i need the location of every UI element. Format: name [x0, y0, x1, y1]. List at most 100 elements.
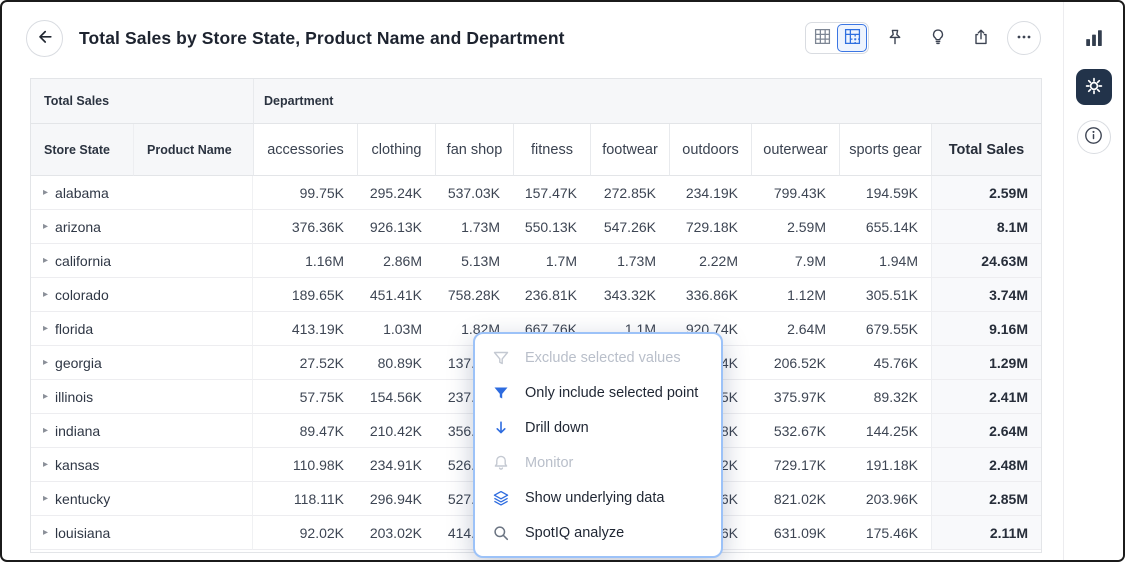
value-cell[interactable]: 175.46K — [839, 516, 931, 550]
column-header-store-state[interactable]: Store State — [31, 124, 133, 176]
row-label[interactable]: ▸arizona — [31, 210, 133, 244]
value-cell[interactable]: 189.65K — [253, 278, 357, 312]
row-label[interactable]: ▸california — [31, 244, 133, 278]
total-cell[interactable]: 24.63M — [931, 244, 1041, 278]
row-label[interactable]: ▸kentucky — [31, 482, 133, 516]
menu-item-only-include-selected-point[interactable]: Only include selected point — [475, 375, 721, 410]
total-cell[interactable]: 2.11M — [931, 516, 1041, 550]
value-cell[interactable]: 7.9M — [751, 244, 839, 278]
info-button[interactable] — [1077, 120, 1111, 154]
expand-caret-icon[interactable]: ▸ — [43, 392, 48, 402]
total-cell[interactable]: 2.85M — [931, 482, 1041, 516]
row-label[interactable]: ▸indiana — [31, 414, 133, 448]
expand-caret-icon[interactable]: ▸ — [43, 460, 48, 470]
value-cell[interactable]: 194.59K — [839, 176, 931, 210]
back-button[interactable] — [26, 20, 63, 57]
value-cell[interactable]: 57.75K — [253, 380, 357, 414]
value-cell[interactable]: 206.52K — [751, 346, 839, 380]
value-cell[interactable]: 234.91K — [357, 448, 435, 482]
value-cell[interactable]: 89.47K — [253, 414, 357, 448]
value-cell[interactable]: 758.28K — [435, 278, 513, 312]
row-label[interactable]: ▸colorado — [31, 278, 133, 312]
expand-caret-icon[interactable]: ▸ — [43, 494, 48, 504]
value-cell[interactable]: 118.11K — [253, 482, 357, 516]
column-header[interactable]: footwear — [590, 124, 669, 176]
value-cell[interactable]: 203.02K — [357, 516, 435, 550]
value-cell[interactable]: 144.25K — [839, 414, 931, 448]
value-cell[interactable]: 537.03K — [435, 176, 513, 210]
column-header[interactable]: outdoors — [669, 124, 751, 176]
expand-caret-icon[interactable]: ▸ — [43, 290, 48, 300]
row-label[interactable]: ▸georgia — [31, 346, 133, 380]
value-cell[interactable]: 729.17K — [751, 448, 839, 482]
value-cell[interactable]: 1.16M — [253, 244, 357, 278]
row-label[interactable]: ▸florida — [31, 312, 133, 346]
share-button[interactable] — [964, 21, 998, 55]
expand-caret-icon[interactable]: ▸ — [43, 426, 48, 436]
chart-type-button[interactable] — [1077, 24, 1111, 54]
column-header[interactable]: Total Sales — [931, 124, 1041, 176]
column-header[interactable]: accessories — [253, 124, 357, 176]
column-header[interactable]: fan shop — [435, 124, 513, 176]
more-options-button[interactable] — [1007, 21, 1041, 55]
value-cell[interactable]: 375.97K — [751, 380, 839, 414]
total-cell[interactable]: 2.64M — [931, 414, 1041, 448]
menu-item-show-underlying-data[interactable]: Show underlying data — [475, 480, 721, 515]
value-cell[interactable]: 336.86K — [669, 278, 751, 312]
value-cell[interactable]: 234.19K — [669, 176, 751, 210]
value-cell[interactable]: 5.13M — [435, 244, 513, 278]
value-cell[interactable]: 305.51K — [839, 278, 931, 312]
value-cell[interactable]: 110.98K — [253, 448, 357, 482]
value-cell[interactable]: 655.14K — [839, 210, 931, 244]
value-cell[interactable]: 296.94K — [357, 482, 435, 516]
value-cell[interactable]: 92.02K — [253, 516, 357, 550]
value-cell[interactable]: 27.52K — [253, 346, 357, 380]
value-cell[interactable]: 821.02K — [751, 482, 839, 516]
value-cell[interactable]: 532.67K — [751, 414, 839, 448]
total-cell[interactable]: 2.48M — [931, 448, 1041, 482]
total-cell[interactable]: 9.16M — [931, 312, 1041, 346]
value-cell[interactable]: 191.18K — [839, 448, 931, 482]
value-cell[interactable]: 926.13K — [357, 210, 435, 244]
value-cell[interactable]: 631.09K — [751, 516, 839, 550]
value-cell[interactable]: 2.86M — [357, 244, 435, 278]
value-cell[interactable]: 210.42K — [357, 414, 435, 448]
expand-caret-icon[interactable]: ▸ — [43, 256, 48, 266]
value-cell[interactable]: 343.32K — [590, 278, 669, 312]
pin-button[interactable] — [878, 21, 912, 55]
value-cell[interactable]: 154.56K — [357, 380, 435, 414]
column-header[interactable]: outerwear — [751, 124, 839, 176]
value-cell[interactable]: 679.55K — [839, 312, 931, 346]
expand-caret-icon[interactable]: ▸ — [43, 324, 48, 334]
menu-item-drill-down[interactable]: Drill down — [475, 410, 721, 445]
expand-caret-icon[interactable]: ▸ — [43, 358, 48, 368]
value-cell[interactable]: 729.18K — [669, 210, 751, 244]
value-cell[interactable]: 547.26K — [590, 210, 669, 244]
column-header[interactable]: sports gear — [839, 124, 931, 176]
total-cell[interactable]: 8.1M — [931, 210, 1041, 244]
value-cell[interactable]: 236.81K — [513, 278, 590, 312]
column-header[interactable]: clothing — [357, 124, 435, 176]
value-cell[interactable]: 1.03M — [357, 312, 435, 346]
value-cell[interactable]: 550.13K — [513, 210, 590, 244]
row-label[interactable]: ▸kansas — [31, 448, 133, 482]
settings-button[interactable] — [1076, 69, 1112, 105]
value-cell[interactable]: 1.7M — [513, 244, 590, 278]
value-cell[interactable]: 89.32K — [839, 380, 931, 414]
value-cell[interactable]: 1.12M — [751, 278, 839, 312]
value-cell[interactable]: 2.59M — [751, 210, 839, 244]
total-cell[interactable]: 3.74M — [931, 278, 1041, 312]
value-cell[interactable]: 45.76K — [839, 346, 931, 380]
row-label[interactable]: ▸alabama — [31, 176, 133, 210]
row-label[interactable]: ▸louisiana — [31, 516, 133, 550]
insights-button[interactable] — [921, 21, 955, 55]
column-header[interactable]: fitness — [513, 124, 590, 176]
value-cell[interactable]: 272.85K — [590, 176, 669, 210]
value-cell[interactable]: 80.89K — [357, 346, 435, 380]
value-cell[interactable]: 1.94M — [839, 244, 931, 278]
value-cell[interactable]: 451.41K — [357, 278, 435, 312]
value-cell[interactable]: 203.96K — [839, 482, 931, 516]
expand-caret-icon[interactable]: ▸ — [43, 188, 48, 198]
expand-caret-icon[interactable]: ▸ — [43, 222, 48, 232]
row-label[interactable]: ▸illinois — [31, 380, 133, 414]
